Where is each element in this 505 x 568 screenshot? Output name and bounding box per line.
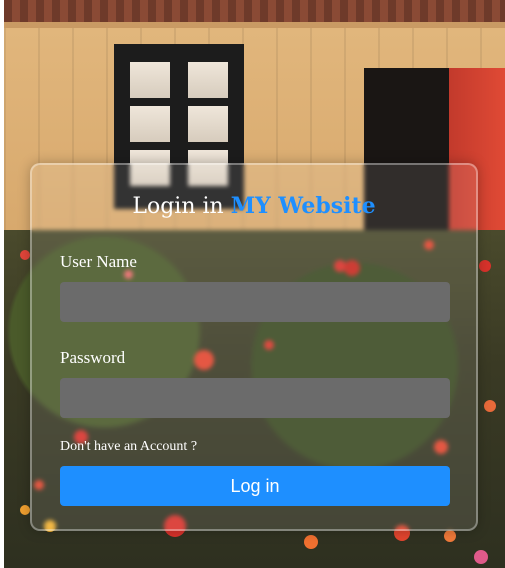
flower [20,505,30,515]
flower [479,260,491,272]
flower [474,550,488,564]
login-page: Login in MY Website User Name Password D… [0,0,505,568]
window-pane [130,106,170,142]
password-label: Password [60,348,126,367]
login-panel: Login in MY Website User Name Password D… [30,163,478,531]
username-label: User Name [60,252,137,271]
login-title-text: Login in [132,194,231,219]
brand-name: MY Website [230,193,376,219]
flower [304,535,318,549]
password-input[interactable] [60,378,450,418]
window-pane [188,106,228,142]
flower [20,250,30,260]
window-pane [130,62,170,98]
username-input[interactable] [60,282,450,322]
flower [444,530,456,542]
login-button[interactable]: Log in [60,466,450,506]
window-pane [188,62,228,98]
signup-link[interactable]: Don't have an Account ? [60,439,197,455]
login-title: Login in MY Website [32,193,476,219]
flower [484,400,496,412]
